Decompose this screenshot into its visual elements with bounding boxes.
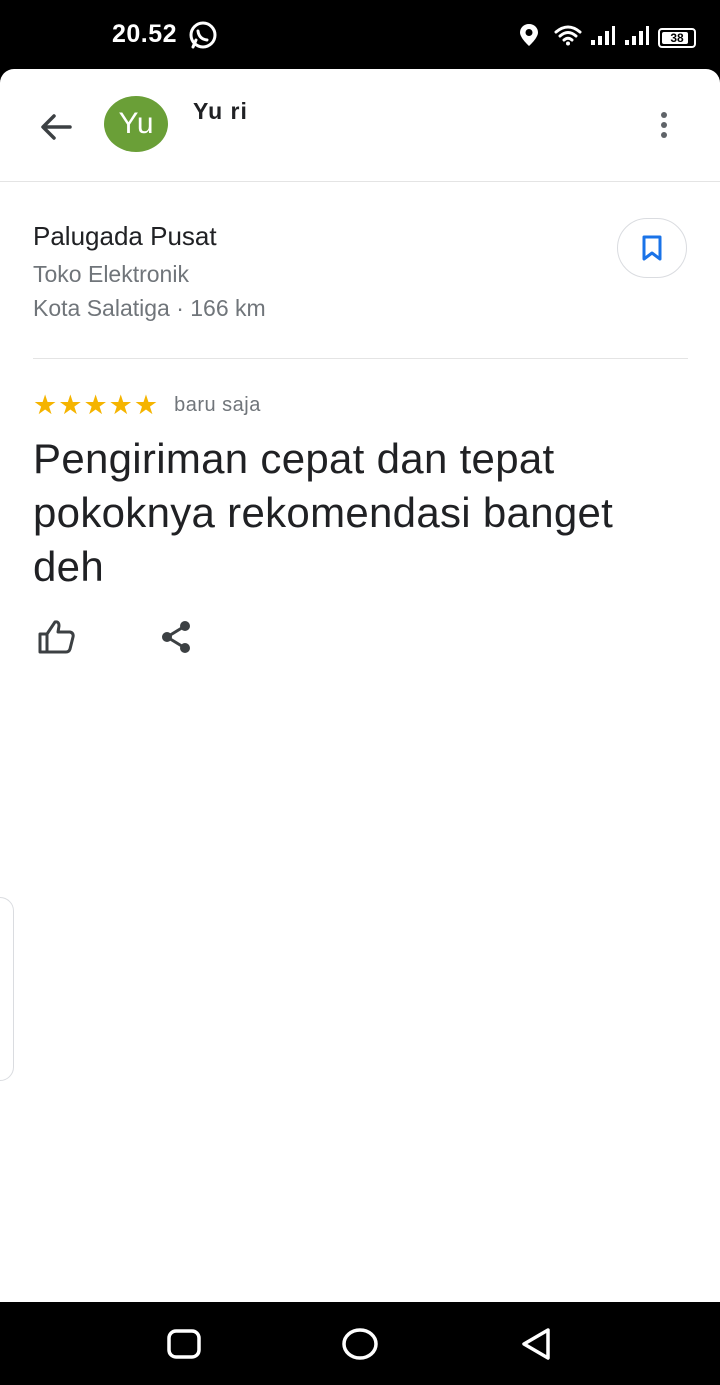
star-icon: ★	[108, 390, 133, 420]
more-options-button[interactable]	[650, 107, 678, 143]
review-time: baru saja	[174, 394, 261, 416]
thumb-up-icon	[38, 620, 75, 654]
avatar[interactable]: Yu	[104, 96, 168, 152]
wifi-icon	[554, 24, 582, 51]
whatsapp-icon	[187, 20, 219, 55]
back-button[interactable]	[36, 107, 76, 147]
bookmark-icon	[642, 235, 662, 261]
status-bar: 20.52 38	[0, 0, 720, 70]
battery-level: 38	[670, 30, 684, 45]
arrow-left-icon	[41, 114, 72, 140]
review-text: Pengiriman cepat dan tepat pokoknya reko…	[33, 435, 614, 590]
avatar-initials: Yu	[118, 107, 154, 140]
home-button[interactable]	[340, 1325, 380, 1368]
square-icon	[167, 1329, 201, 1359]
like-button[interactable]	[36, 616, 78, 658]
circle-icon	[342, 1328, 378, 1360]
back-nav-button[interactable]	[518, 1325, 554, 1368]
share-button[interactable]	[158, 616, 194, 658]
navigation-bar	[0, 1302, 720, 1385]
star-rating: ★ ★ ★ ★ ★	[33, 392, 159, 419]
star-icon: ★	[133, 390, 159, 420]
edge-panel-handle[interactable]	[0, 897, 14, 1081]
divider	[33, 358, 688, 359]
more-vert-icon	[661, 112, 667, 138]
triangle-back-icon	[522, 1328, 550, 1360]
place-info[interactable]: Palugada Pusat Toko Elektronik Kota Sala…	[0, 182, 720, 359]
star-icon: ★	[33, 390, 58, 420]
signal-icon	[624, 24, 650, 51]
rating-row: ★ ★ ★ ★ ★ baru saja	[33, 392, 261, 419]
status-icons: 38	[510, 22, 696, 53]
location-icon	[518, 22, 540, 53]
reviewer-name[interactable]: Yu ri	[193, 98, 248, 125]
status-time: 20.52	[112, 20, 178, 48]
place-category: Toko Elektronik	[33, 261, 189, 287]
share-icon	[162, 621, 190, 653]
battery-icon: 38	[658, 27, 696, 48]
recent-apps-button[interactable]	[166, 1325, 202, 1368]
review-sheet: Yu Yu ri Palugada Pusat Toko Elektronik …	[0, 69, 720, 1302]
place-name[interactable]: Palugada Pusat	[33, 221, 217, 252]
signal-icon	[590, 24, 616, 51]
star-icon: ★	[58, 390, 83, 420]
save-button[interactable]	[617, 218, 687, 278]
place-location: Kota Salatiga · 166 km	[33, 295, 266, 321]
review-header: Yu Yu ri	[0, 69, 720, 182]
star-icon: ★	[83, 390, 108, 420]
